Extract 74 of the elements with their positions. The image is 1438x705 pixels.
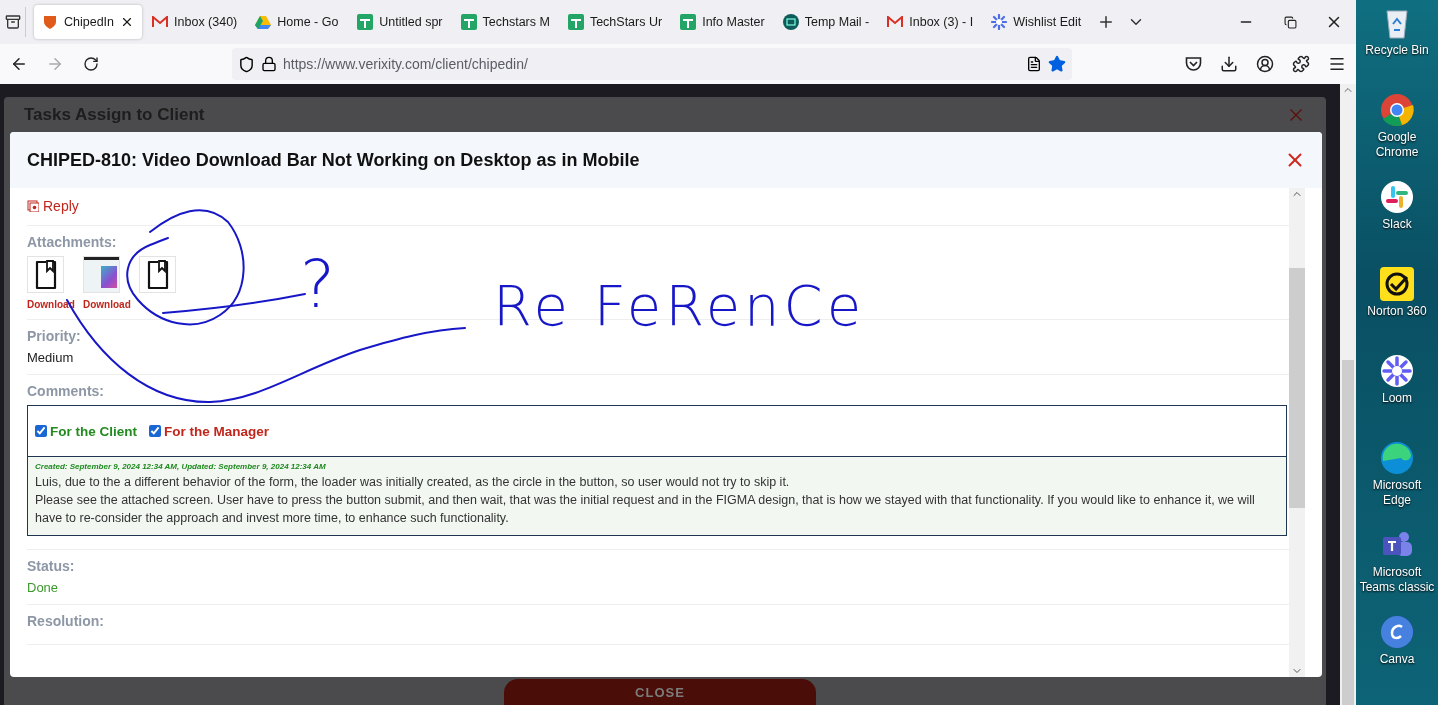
desktop-icon-label[interactable]: Canva — [1379, 652, 1415, 667]
filter-label: For the Client — [50, 423, 137, 439]
browser-tab[interactable]: Temp Mail - — [774, 5, 878, 39]
download-link[interactable]: Download — [83, 299, 131, 310]
shield-icon[interactable] — [238, 55, 255, 73]
handwritten-annotation: Re FeRenCe — [493, 278, 866, 334]
lock-icon[interactable] — [261, 56, 277, 72]
browser-tab[interactable]: Inbox (340) — [144, 5, 246, 39]
account-icon[interactable] — [1256, 55, 1274, 73]
spreadsheet-icon — [460, 14, 477, 30]
starburst-logo-icon — [1380, 354, 1414, 388]
browser-tab[interactable]: TechStars Ur — [559, 5, 671, 39]
pocket-icon[interactable] — [1184, 56, 1202, 72]
spreadsheet-icon — [567, 14, 584, 30]
browser-tab[interactable]: Home - Go — [247, 5, 348, 39]
desktop-icon-label[interactable]: Slack — [1382, 217, 1412, 232]
puzzle-icon[interactable] — [1292, 55, 1310, 73]
spreadsheet-icon — [680, 14, 697, 30]
download-icon[interactable] — [1220, 55, 1238, 73]
mail-icon — [887, 16, 904, 28]
priority-label: Priority: — [27, 328, 82, 344]
restore-icon[interactable] — [1283, 15, 1297, 29]
comments-label: Comments: — [27, 383, 105, 399]
checkbox[interactable] — [35, 425, 47, 437]
desktop-icon-label[interactable]: Microsoft Teams classic — [1357, 565, 1437, 595]
menu-icon[interactable] — [1328, 55, 1346, 73]
triangle-logo-icon — [255, 15, 272, 29]
envelope-circle-icon — [782, 14, 799, 30]
reload-icon[interactable] — [83, 56, 99, 72]
tab-list-icon[interactable] — [4, 14, 21, 30]
browser-tab[interactable]: Inbox (3) - I — [879, 5, 982, 39]
bookmark-star-icon[interactable] — [1048, 55, 1066, 73]
reader-view-icon[interactable] — [1026, 56, 1042, 72]
round-logo-icon — [1380, 615, 1414, 649]
status-value: Done — [27, 580, 60, 595]
desktop-icon-label[interactable]: Google Chrome — [1357, 130, 1437, 160]
page-scrollbar[interactable] — [1340, 84, 1356, 705]
wave-logo-icon — [1380, 441, 1414, 475]
filter-label: For the Manager — [164, 423, 269, 439]
file-thumbnail[interactable] — [27, 256, 64, 293]
comment-text: Please see the attached screen. User have to press the button submit, and then wait, that was the initial request and in the FIGMA design, that is how we stayed with that functionality. If you would like to enhance it, we will have to re-consider the approach and invest more time, to enhance such functionality. — [35, 492, 1256, 527]
image-thumbnail[interactable] — [83, 256, 120, 293]
reply-icon[interactable] — [27, 200, 39, 212]
hash-logo-icon — [1380, 180, 1414, 214]
mail-icon — [152, 16, 169, 28]
reply-link[interactable]: Reply — [27, 198, 79, 214]
attachments-label: Attachments: — [27, 234, 118, 250]
address-bar[interactable]: https://www.verixity.com/client/chipedin/ — [232, 48, 1072, 80]
document-icon — [33, 259, 58, 290]
check-logo-icon — [1380, 267, 1414, 301]
handwritten-question-mark: ? — [300, 252, 340, 318]
browser-tab[interactable]: Info Master — [672, 5, 773, 39]
file-thumbnail[interactable] — [139, 256, 176, 293]
dialog-title: CHIPED-810: Video Download Bar Not Working on Desktop as in Mobile — [27, 149, 641, 171]
comment-text: Luis, due to the a different behavior of the form, the loader was initially created, as the circle in the button, so user would not try to skip it. — [35, 474, 791, 491]
round-logo-icon — [1380, 93, 1414, 127]
browser-tab[interactable]: Untitled spr — [349, 5, 451, 39]
checkbox[interactable] — [149, 425, 161, 437]
document-icon — [145, 259, 170, 290]
flower-icon — [991, 14, 1008, 30]
desktop-icon-label[interactable]: Loom — [1382, 391, 1412, 406]
browser-tab[interactable]: Techstars M — [452, 5, 558, 39]
spreadsheet-icon — [357, 14, 374, 30]
shield-logo-icon — [42, 14, 58, 30]
close-button[interactable]: CLOSE — [504, 679, 816, 705]
browser-tab[interactable]: ChipedIn — [34, 5, 143, 39]
status-label: Status: — [27, 558, 76, 574]
desktop-icon-label[interactable]: Norton 360 — [1367, 304, 1427, 319]
browser-tab[interactable]: Wishlist Edit — [983, 5, 1090, 39]
priority-value: Medium — [27, 350, 75, 365]
desktop-icon-label[interactable]: Recycle Bin — [1365, 43, 1429, 58]
desktop-icon-label[interactable]: Microsoft Edge — [1357, 478, 1437, 508]
resolution-label: Resolution: — [27, 613, 105, 629]
comment-meta: Created: September 9, 2024 12:34 AM, Updated: September 9, 2024 12:34 AM — [35, 462, 327, 471]
